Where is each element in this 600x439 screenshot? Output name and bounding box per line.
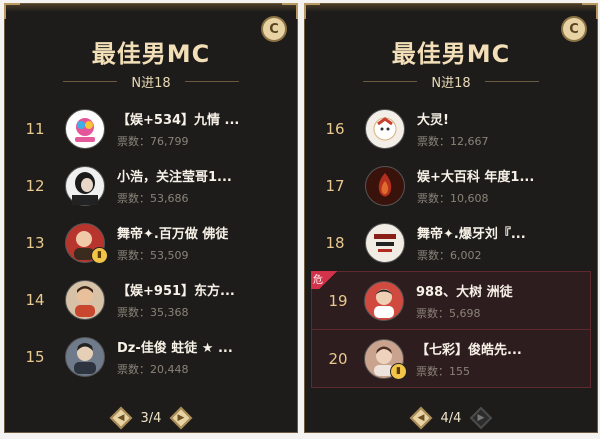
vote-count: 票数：53,686 — [117, 191, 189, 205]
divider — [484, 81, 539, 82]
ranking-row-danger[interactable]: 20 ▮ 【七彩】俊皓先... 票数：155 — [311, 329, 591, 388]
subtitle-row: N进18 — [305, 72, 597, 91]
avatar[interactable] — [65, 108, 105, 149]
subtitle-row: N进18 — [5, 72, 297, 91]
fire-logo-icon — [378, 172, 392, 196]
streamer-name[interactable]: 【娱+534】九情 ... — [117, 109, 239, 128]
panel-subtitle: N进18 — [131, 76, 171, 91]
chevron-right-icon: ▶ — [177, 412, 185, 423]
avatar[interactable] — [365, 222, 405, 263]
streamer-name[interactable]: 舞帝✦.百万做 佛徒 — [117, 223, 228, 242]
ranking-row-danger[interactable]: 危 19 988、大树 洲徒 票数：5,698 — [311, 271, 591, 330]
vote-count: 票数：155 — [416, 364, 470, 378]
person-icon — [72, 171, 98, 205]
rank-badge-icon: ▮ — [390, 362, 407, 380]
corner-decoration — [304, 3, 320, 19]
avatar[interactable] — [365, 165, 405, 206]
panel-top-decoration — [5, 4, 297, 12]
person-icon — [374, 288, 394, 318]
vote-count: 票数：53,509 — [117, 248, 189, 262]
ranking-row[interactable]: 11 【娱+534】九情 ... 票数：76,799 — [5, 100, 297, 157]
prev-page-button[interactable]: ◀ — [409, 406, 432, 430]
rank-number: 17 — [325, 176, 345, 195]
divider — [184, 81, 239, 82]
vote-count: 票数：5,698 — [416, 306, 481, 320]
page-indicator: 4/4 — [440, 410, 462, 426]
ranking-row[interactable]: 12 小浩，关注莹哥1... 票数：53,686 — [5, 157, 297, 214]
person-icon — [75, 285, 95, 317]
panel-title: 最佳男MC — [391, 40, 511, 68]
rank-number: 19 — [328, 291, 348, 310]
ranking-row[interactable]: 14 【娱+951】东方... 票数：35,368 — [5, 271, 297, 328]
avatar[interactable] — [65, 279, 105, 320]
page-indicator: 3/4 — [140, 410, 162, 426]
rank-number: 15 — [25, 347, 45, 366]
vote-count: 票数：6,002 — [417, 248, 482, 262]
next-page-button[interactable]: ▶ — [170, 406, 193, 430]
streamer-name[interactable]: 小浩，关注莹哥1... — [117, 166, 232, 185]
ranking-list: 16 大灵! 票数：12,667 17 娱+大百科 年度1... 票数：10,6… — [305, 100, 597, 388]
avatar[interactable]: ▮ — [364, 338, 407, 380]
vote-count: 票数：12,667 — [417, 134, 489, 148]
ranking-row[interactable]: 15 Dz-佳俊 蛀徒 ★ ... 票数：20,448 — [5, 328, 297, 385]
vote-count: 票数：35,368 — [117, 305, 189, 319]
streamer-name[interactable]: 大灵! — [417, 109, 489, 128]
rank-number: 18 — [325, 233, 345, 252]
streamer-name[interactable]: 【娱+951】东方... — [117, 280, 235, 299]
person-icon — [74, 342, 96, 374]
ranking-row[interactable]: 18 舞帝✦.爆牙刘『... 票数：6,002 — [305, 214, 597, 271]
avatar[interactable] — [365, 108, 405, 149]
rank-number: 14 — [25, 290, 45, 309]
avatar[interactable] — [65, 165, 105, 206]
streamer-name[interactable]: 988、大树 洲徒 — [416, 281, 513, 300]
streamer-name[interactable]: 【七彩】俊皓先... — [416, 339, 522, 358]
calligraphy-logo-icon — [374, 233, 396, 252]
divider — [63, 81, 118, 82]
avatar[interactable] — [65, 336, 105, 377]
avatar[interactable] — [364, 280, 404, 321]
streamer-name[interactable]: 舞帝✦.爆牙刘『... — [417, 223, 526, 242]
corner-decoration — [282, 3, 298, 19]
ranking-list: 11 【娱+534】九情 ... 票数：76,799 12 小浩，关注莹哥1..… — [5, 100, 297, 385]
streamer-name[interactable]: 娱+大百科 年度1... — [417, 166, 534, 185]
cartoon-icon — [373, 116, 397, 140]
ranking-panel-right: C 最佳男MC N进18 16 大灵! 票数：12,667 17 娱+大百科 年… — [304, 3, 598, 433]
divider — [363, 81, 418, 82]
chevron-left-icon: ◀ — [417, 412, 424, 423]
vote-count: 票数：76,799 — [117, 134, 189, 148]
corner-decoration — [4, 3, 20, 19]
next-page-button[interactable]: ▶ — [470, 406, 493, 430]
rank-number: 16 — [325, 119, 345, 138]
rank-number: 13 — [25, 233, 45, 252]
prev-page-button[interactable]: ◀ — [109, 406, 132, 430]
pagination: ◀ 4/4 ▶ — [305, 404, 597, 432]
corner-decoration — [582, 3, 598, 19]
pagination: ◀ 3/4 ▶ — [5, 404, 297, 432]
vote-count: 票数：20,448 — [117, 362, 189, 376]
ranking-panel-left: C 最佳男MC N进18 11 【娱+534】九情 ... 票数：76,799 — [4, 3, 298, 433]
rank-number: 20 — [328, 349, 348, 368]
avatar[interactable]: ▮ — [65, 222, 108, 264]
panel-title: 最佳男MC — [91, 40, 211, 68]
rank-number: 11 — [25, 119, 45, 138]
panel-top-decoration — [305, 4, 597, 12]
chevron-right-icon: ▶ — [477, 412, 485, 423]
danger-tag: 危 — [311, 271, 337, 289]
vote-count: 票数：10,608 — [417, 191, 489, 205]
streamer-name[interactable]: Dz-佳俊 蛀徒 ★ ... — [117, 337, 233, 356]
ranking-row[interactable]: 16 大灵! 票数：12,667 — [305, 100, 597, 157]
rank-number: 12 — [25, 176, 45, 195]
logo-icon — [75, 117, 95, 142]
panel-subtitle: N进18 — [431, 76, 471, 91]
rank-badge-icon: ▮ — [91, 246, 108, 264]
ranking-row[interactable]: 13 ▮ 舞帝✦.百万做 佛徒 票数：53,509 — [5, 214, 297, 271]
chevron-left-icon: ◀ — [117, 412, 124, 423]
ranking-row[interactable]: 17 娱+大百科 年度1... 票数：10,608 — [305, 157, 597, 214]
